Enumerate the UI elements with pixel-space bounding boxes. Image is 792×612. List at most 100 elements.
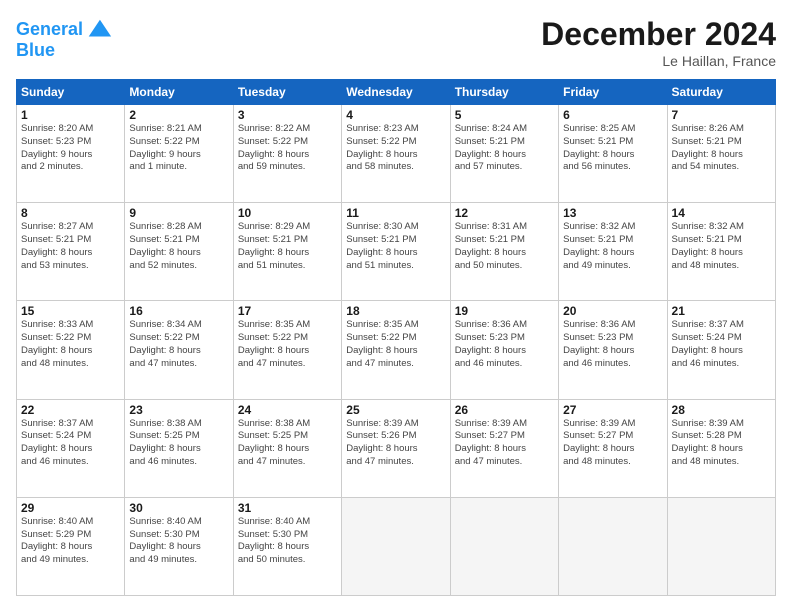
table-row: 26Sunrise: 8:39 AM Sunset: 5:27 PM Dayli…: [450, 399, 558, 497]
calendar-week-row: 15Sunrise: 8:33 AM Sunset: 5:22 PM Dayli…: [17, 301, 776, 399]
table-row: 27Sunrise: 8:39 AM Sunset: 5:27 PM Dayli…: [559, 399, 667, 497]
day-number: 13: [563, 206, 662, 220]
location: Le Haillan, France: [541, 53, 776, 69]
day-info: Sunrise: 8:40 AM Sunset: 5:29 PM Dayligh…: [21, 516, 120, 567]
calendar-week-row: 1Sunrise: 8:20 AM Sunset: 5:23 PM Daylig…: [17, 105, 776, 203]
table-row: 8Sunrise: 8:27 AM Sunset: 5:21 PM Daylig…: [17, 203, 125, 301]
day-number: 17: [238, 304, 337, 318]
table-row: 11Sunrise: 8:30 AM Sunset: 5:21 PM Dayli…: [342, 203, 450, 301]
day-number: 11: [346, 206, 445, 220]
day-info: Sunrise: 8:29 AM Sunset: 5:21 PM Dayligh…: [238, 221, 337, 272]
day-info: Sunrise: 8:40 AM Sunset: 5:30 PM Dayligh…: [129, 516, 228, 567]
day-info: Sunrise: 8:38 AM Sunset: 5:25 PM Dayligh…: [129, 418, 228, 469]
day-info: Sunrise: 8:20 AM Sunset: 5:23 PM Dayligh…: [21, 123, 120, 174]
table-row: 7Sunrise: 8:26 AM Sunset: 5:21 PM Daylig…: [667, 105, 775, 203]
day-info: Sunrise: 8:39 AM Sunset: 5:27 PM Dayligh…: [455, 418, 554, 469]
table-row: 24Sunrise: 8:38 AM Sunset: 5:25 PM Dayli…: [233, 399, 341, 497]
table-row: 19Sunrise: 8:36 AM Sunset: 5:23 PM Dayli…: [450, 301, 558, 399]
day-number: 14: [672, 206, 771, 220]
day-number: 22: [21, 403, 120, 417]
table-row: 21Sunrise: 8:37 AM Sunset: 5:24 PM Dayli…: [667, 301, 775, 399]
day-number: 4: [346, 108, 445, 122]
day-number: 16: [129, 304, 228, 318]
table-row: 30Sunrise: 8:40 AM Sunset: 5:30 PM Dayli…: [125, 497, 233, 595]
col-sunday: Sunday: [17, 80, 125, 105]
table-row: 23Sunrise: 8:38 AM Sunset: 5:25 PM Dayli…: [125, 399, 233, 497]
logo-text: General: [16, 20, 83, 40]
day-number: 5: [455, 108, 554, 122]
table-row: 3Sunrise: 8:22 AM Sunset: 5:22 PM Daylig…: [233, 105, 341, 203]
day-number: 28: [672, 403, 771, 417]
day-info: Sunrise: 8:32 AM Sunset: 5:21 PM Dayligh…: [563, 221, 662, 272]
col-tuesday: Tuesday: [233, 80, 341, 105]
table-row: [667, 497, 775, 595]
day-info: Sunrise: 8:34 AM Sunset: 5:22 PM Dayligh…: [129, 319, 228, 370]
day-info: Sunrise: 8:35 AM Sunset: 5:22 PM Dayligh…: [346, 319, 445, 370]
header: General Blue December 2024 Le Haillan, F…: [16, 16, 776, 69]
day-info: Sunrise: 8:30 AM Sunset: 5:21 PM Dayligh…: [346, 221, 445, 272]
table-row: 9Sunrise: 8:28 AM Sunset: 5:21 PM Daylig…: [125, 203, 233, 301]
calendar-week-row: 8Sunrise: 8:27 AM Sunset: 5:21 PM Daylig…: [17, 203, 776, 301]
table-row: 29Sunrise: 8:40 AM Sunset: 5:29 PM Dayli…: [17, 497, 125, 595]
table-row: 13Sunrise: 8:32 AM Sunset: 5:21 PM Dayli…: [559, 203, 667, 301]
day-info: Sunrise: 8:38 AM Sunset: 5:25 PM Dayligh…: [238, 418, 337, 469]
day-number: 30: [129, 501, 228, 515]
table-row: 15Sunrise: 8:33 AM Sunset: 5:22 PM Dayli…: [17, 301, 125, 399]
month-title: December 2024: [541, 16, 776, 53]
table-row: 25Sunrise: 8:39 AM Sunset: 5:26 PM Dayli…: [342, 399, 450, 497]
table-row: [559, 497, 667, 595]
title-block: December 2024 Le Haillan, France: [541, 16, 776, 69]
day-info: Sunrise: 8:39 AM Sunset: 5:27 PM Dayligh…: [563, 418, 662, 469]
day-info: Sunrise: 8:37 AM Sunset: 5:24 PM Dayligh…: [672, 319, 771, 370]
day-info: Sunrise: 8:36 AM Sunset: 5:23 PM Dayligh…: [455, 319, 554, 370]
day-info: Sunrise: 8:27 AM Sunset: 5:21 PM Dayligh…: [21, 221, 120, 272]
day-number: 10: [238, 206, 337, 220]
table-row: 28Sunrise: 8:39 AM Sunset: 5:28 PM Dayli…: [667, 399, 775, 497]
table-row: 1Sunrise: 8:20 AM Sunset: 5:23 PM Daylig…: [17, 105, 125, 203]
table-row: 18Sunrise: 8:35 AM Sunset: 5:22 PM Dayli…: [342, 301, 450, 399]
day-info: Sunrise: 8:39 AM Sunset: 5:26 PM Dayligh…: [346, 418, 445, 469]
day-number: 6: [563, 108, 662, 122]
day-info: Sunrise: 8:32 AM Sunset: 5:21 PM Dayligh…: [672, 221, 771, 272]
table-row: 22Sunrise: 8:37 AM Sunset: 5:24 PM Dayli…: [17, 399, 125, 497]
table-row: 20Sunrise: 8:36 AM Sunset: 5:23 PM Dayli…: [559, 301, 667, 399]
day-number: 9: [129, 206, 228, 220]
day-number: 15: [21, 304, 120, 318]
table-row: 14Sunrise: 8:32 AM Sunset: 5:21 PM Dayli…: [667, 203, 775, 301]
day-info: Sunrise: 8:21 AM Sunset: 5:22 PM Dayligh…: [129, 123, 228, 174]
col-wednesday: Wednesday: [342, 80, 450, 105]
day-info: Sunrise: 8:35 AM Sunset: 5:22 PM Dayligh…: [238, 319, 337, 370]
table-row: 6Sunrise: 8:25 AM Sunset: 5:21 PM Daylig…: [559, 105, 667, 203]
day-number: 3: [238, 108, 337, 122]
day-number: 12: [455, 206, 554, 220]
day-number: 24: [238, 403, 337, 417]
day-number: 31: [238, 501, 337, 515]
day-number: 29: [21, 501, 120, 515]
calendar-header-row: Sunday Monday Tuesday Wednesday Thursday…: [17, 80, 776, 105]
table-row: 10Sunrise: 8:29 AM Sunset: 5:21 PM Dayli…: [233, 203, 341, 301]
calendar-table: Sunday Monday Tuesday Wednesday Thursday…: [16, 79, 776, 596]
col-friday: Friday: [559, 80, 667, 105]
day-number: 7: [672, 108, 771, 122]
day-info: Sunrise: 8:25 AM Sunset: 5:21 PM Dayligh…: [563, 123, 662, 174]
day-number: 20: [563, 304, 662, 318]
logo-icon: [85, 16, 113, 44]
calendar-week-row: 29Sunrise: 8:40 AM Sunset: 5:29 PM Dayli…: [17, 497, 776, 595]
day-number: 2: [129, 108, 228, 122]
page: General Blue December 2024 Le Haillan, F…: [0, 0, 792, 612]
day-number: 23: [129, 403, 228, 417]
day-info: Sunrise: 8:36 AM Sunset: 5:23 PM Dayligh…: [563, 319, 662, 370]
day-number: 25: [346, 403, 445, 417]
table-row: 2Sunrise: 8:21 AM Sunset: 5:22 PM Daylig…: [125, 105, 233, 203]
day-info: Sunrise: 8:31 AM Sunset: 5:21 PM Dayligh…: [455, 221, 554, 272]
table-row: 4Sunrise: 8:23 AM Sunset: 5:22 PM Daylig…: [342, 105, 450, 203]
day-number: 8: [21, 206, 120, 220]
day-info: Sunrise: 8:23 AM Sunset: 5:22 PM Dayligh…: [346, 123, 445, 174]
day-info: Sunrise: 8:24 AM Sunset: 5:21 PM Dayligh…: [455, 123, 554, 174]
day-number: 21: [672, 304, 771, 318]
day-info: Sunrise: 8:40 AM Sunset: 5:30 PM Dayligh…: [238, 516, 337, 567]
logo: General Blue: [16, 16, 113, 61]
table-row: 31Sunrise: 8:40 AM Sunset: 5:30 PM Dayli…: [233, 497, 341, 595]
calendar-week-row: 22Sunrise: 8:37 AM Sunset: 5:24 PM Dayli…: [17, 399, 776, 497]
table-row: 17Sunrise: 8:35 AM Sunset: 5:22 PM Dayli…: [233, 301, 341, 399]
